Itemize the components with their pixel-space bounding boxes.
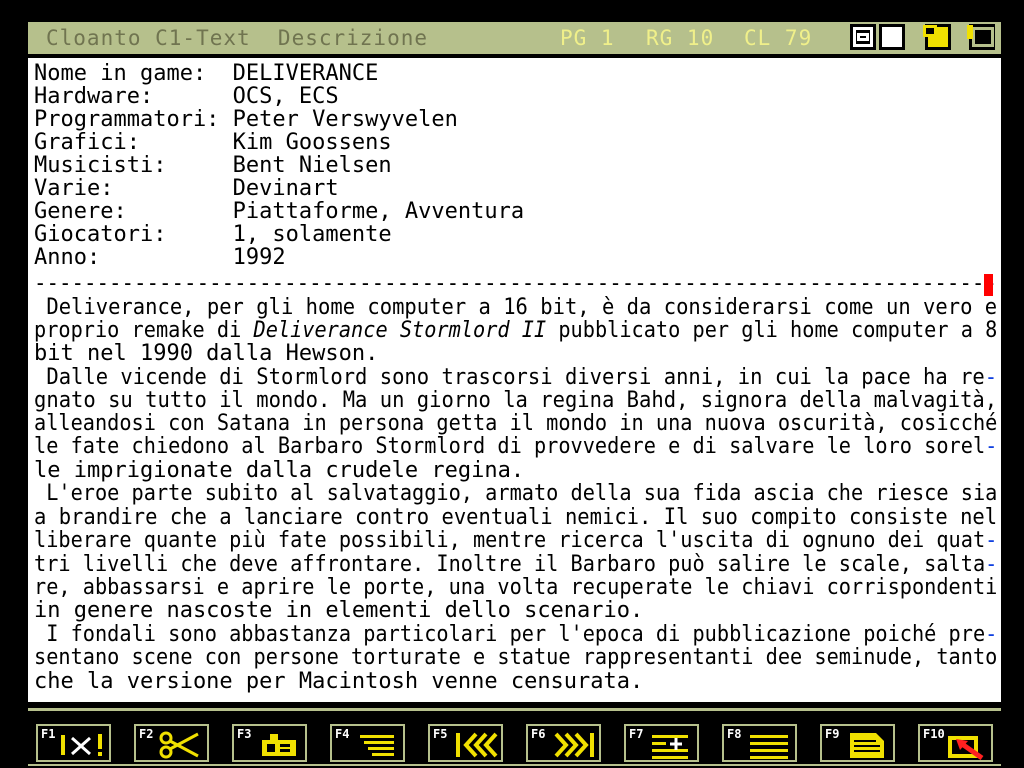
paste-icon xyxy=(262,734,296,756)
column-indicator: CL 79 xyxy=(744,26,813,50)
body-line: tri livelli che deve affrontare. Inoltre… xyxy=(34,553,997,576)
soft-hyphen: - xyxy=(985,434,998,459)
soft-hyphen: - xyxy=(984,365,998,390)
body-line: bit nel 1990 dalla Hewson. xyxy=(34,341,379,366)
scissors-icon xyxy=(159,731,199,759)
body-line: re, abbassarsi e aprire le porte, una vo… xyxy=(34,575,998,600)
fkey-label: F1 xyxy=(41,727,56,741)
f5-rewind-button[interactable]: F5 xyxy=(428,724,503,762)
body-line: le imprigionate dalla crudele regina. xyxy=(34,458,525,483)
f2-cut-button[interactable]: F2 xyxy=(134,724,209,762)
f8-justify-button[interactable]: F8 xyxy=(722,724,797,762)
soft-hyphen: - xyxy=(985,622,998,647)
fkey-label: F3 xyxy=(237,727,252,741)
row-indicator: RG 10 xyxy=(646,26,715,50)
text-cursor xyxy=(984,274,993,296)
game-title-italic: Deliverance Stormlord II xyxy=(253,318,547,343)
header-line: Programmatori: Peter Verswyvelen xyxy=(34,107,458,132)
body-line: I fondali sono abbastanza particolari pe… xyxy=(34,623,997,646)
f4-format-button[interactable]: F4 xyxy=(330,724,405,762)
fkey-label: F6 xyxy=(531,727,546,741)
body-line: liberare quante più fate possibili, ment… xyxy=(34,529,997,552)
body-line: che la versione per Macintosh venne cens… xyxy=(34,669,644,694)
fkey-label: F9 xyxy=(825,727,840,741)
body-line: Deliverance, per gli home computer a 16 … xyxy=(34,295,998,320)
f7-insert-button[interactable]: F7 xyxy=(624,724,699,762)
body-text: tri livelli che deve affrontare. Inoltre… xyxy=(34,552,986,577)
header-line: Giocatori: 1, solamente xyxy=(34,222,392,247)
window-zoom-icon[interactable] xyxy=(879,24,905,50)
body-line: alleandosi con Satana in persona getta i… xyxy=(34,411,998,436)
help-icon xyxy=(61,734,102,756)
fkey-label: F4 xyxy=(335,727,350,741)
document-icon xyxy=(850,733,884,758)
rewind-icon xyxy=(456,732,498,758)
body-line: gnato su tutto il mondo. Ma un giorno la… xyxy=(34,388,998,413)
app-title: Cloanto C1-Text Descrizione xyxy=(46,26,429,50)
window-depth-front-icon[interactable] xyxy=(923,24,951,50)
justify-icon xyxy=(750,735,788,759)
header-line: Nome in game: DELIVERANCE xyxy=(34,61,379,86)
body-line: a brandire che a lanciare contro eventua… xyxy=(34,505,998,530)
header-line: Genere: Piattaforme, Avventura xyxy=(34,199,525,224)
f1-help-button[interactable]: F1 xyxy=(36,724,111,762)
body-text: Dalle vicende di Stormlord sono trascors… xyxy=(34,365,985,390)
header-line: Grafici: Kim Goossens xyxy=(34,130,392,155)
fkey-label: F8 xyxy=(727,727,742,741)
fkey-label: F7 xyxy=(629,727,644,741)
exit-icon xyxy=(948,736,984,760)
body-text: I fondali sono abbastanza particolari pe… xyxy=(34,622,986,647)
page-indicator: PG 1 xyxy=(560,26,615,50)
body-line: L'eroe parte subito al salvataggio, arma… xyxy=(34,481,998,506)
body-line: proprio remake di Deliverance Stormlord … xyxy=(34,319,997,342)
window-resize-icon[interactable] xyxy=(850,24,876,50)
body-text: pubblicato per gli home computer a 8 xyxy=(546,318,998,343)
body-text: liberare quante più fate possibili, ment… xyxy=(34,528,986,553)
function-key-bar: F1 F2 F3 F4 F5 F6 F7 F8 F9 F10 xyxy=(28,708,1001,766)
fast-forward-icon xyxy=(554,732,594,758)
header-line: Musicisti: Bent Nielsen xyxy=(34,153,392,178)
header-line: Hardware: OCS, ECS xyxy=(34,84,339,109)
body-text: proprio remake di xyxy=(34,318,254,343)
body-line: in genere nascoste in elementi dello sce… xyxy=(34,598,644,623)
soft-hyphen: - xyxy=(985,528,998,553)
title-bar: Cloanto C1-Text Descrizione PG 1 RG 10 C… xyxy=(28,22,1001,54)
fkey-label: F2 xyxy=(139,727,154,741)
fkey-label: F5 xyxy=(433,727,448,741)
body-text: le fate chiedono al Barbaro Stormlord di… xyxy=(34,434,986,459)
f6-fast-forward-button[interactable]: F6 xyxy=(526,724,601,762)
header-line: Varie: Devinart xyxy=(34,176,339,201)
text-editor-area[interactable]: Nome in game: DELIVERANCE Hardware: OCS,… xyxy=(28,58,1001,702)
window-depth-back-icon[interactable] xyxy=(967,24,995,50)
body-line: sentano scene con persone torturate e st… xyxy=(34,645,998,670)
f3-paste-button[interactable]: F3 xyxy=(232,724,307,762)
header-line: Anno: 1992 xyxy=(34,245,286,270)
insert-icon xyxy=(652,735,688,759)
f10-exit-button[interactable]: F10 xyxy=(918,724,993,762)
body-line: Dalle vicende di Stormlord sono trascors… xyxy=(34,366,997,389)
separator-line: ----------------------------------------… xyxy=(34,271,997,296)
format-icon xyxy=(360,735,394,756)
soft-hyphen: - xyxy=(985,552,998,577)
f9-document-button[interactable]: F9 xyxy=(820,724,895,762)
body-line: le fate chiedono al Barbaro Stormlord di… xyxy=(34,435,997,458)
